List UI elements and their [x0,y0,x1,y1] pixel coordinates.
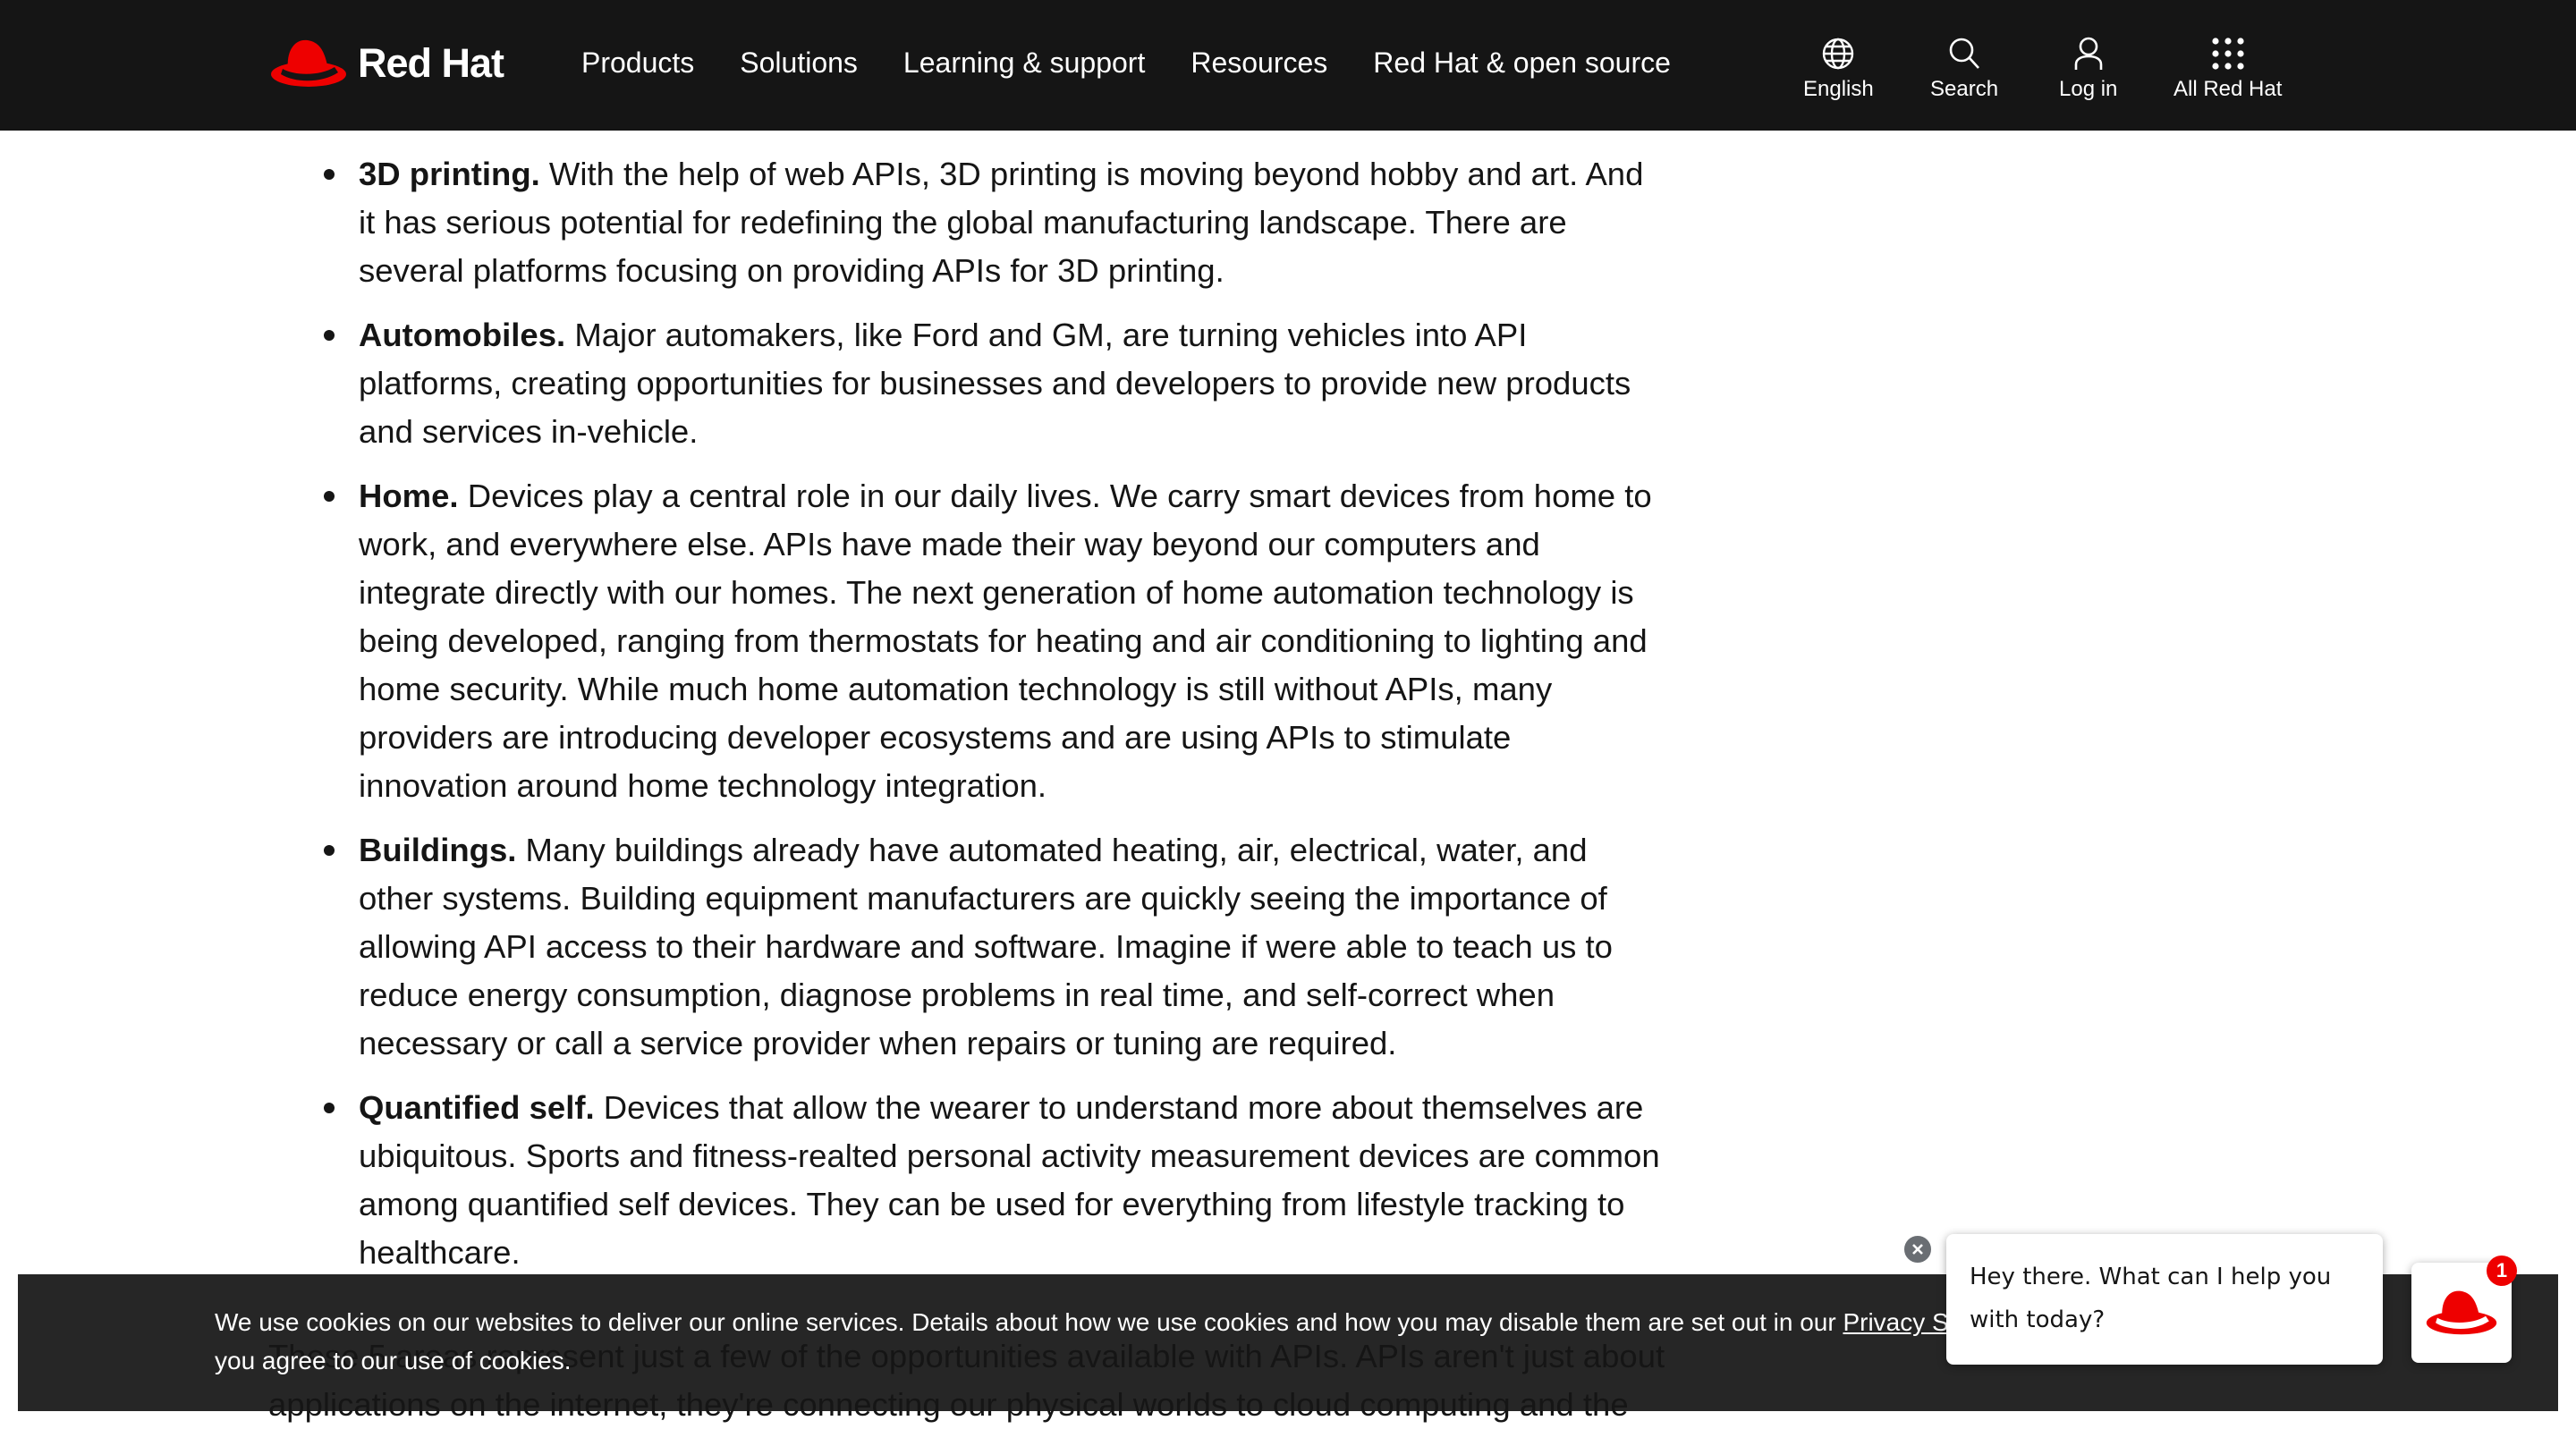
all-red-hat-label: All Red Hat [2174,77,2283,101]
item-title: Buildings. [359,832,517,868]
nav-item-learning-support[interactable]: Learning & support [903,47,1145,80]
red-hat-logo-icon [271,39,346,87]
login-button[interactable]: Log in [2059,34,2117,102]
grid-icon [2212,38,2244,70]
main-nav: Products Solutions Learning & support Re… [581,47,1716,80]
nav-item-products[interactable]: Products [581,47,694,80]
nav-item-resources[interactable]: Resources [1191,47,1327,80]
bullet-marker [324,845,335,856]
chat-greeting-bubble[interactable]: Hey there. What can I help you with toda… [1946,1234,2383,1365]
close-icon [1912,1244,1923,1255]
list-item: Automobiles. Major automakers, like Ford… [318,311,1660,456]
api-areas-list: 3D printing. With the help of web APIs, … [318,150,1660,1277]
globe-icon [1823,38,1854,70]
cookie-message: We use cookies on our websites to delive… [215,1303,2004,1380]
chat-message: Hey there. What can I help you with toda… [1970,1264,2332,1333]
list-item: Quantified self. Devices that allow the … [318,1084,1660,1277]
cookie-text-end: you agree to our use of cookies. [215,1347,572,1374]
login-label: Log in [2059,77,2118,101]
item-title: 3D printing. [359,156,540,192]
chat-close-button[interactable] [1902,1234,1933,1264]
cookie-text-start: We use cookies on our websites to delive… [215,1308,1843,1336]
top-navigation-bar: Red Hat Products Solutions Learning & su… [0,0,2576,131]
item-title: Automobiles. [359,317,566,353]
notification-badge: 1 [2487,1256,2517,1286]
list-item: Home. Devices play a central role in our… [318,472,1660,810]
all-red-hat-button[interactable]: All Red Hat [2174,34,2282,102]
bullet-marker [324,491,335,502]
bullet-marker [324,1103,335,1113]
search-button[interactable]: Search [1930,34,1998,102]
bullet-marker [324,330,335,341]
item-text: Many buildings already have automated he… [359,832,1613,1061]
red-hat-logo-icon [2426,1290,2497,1335]
item-text: Devices play a central role in our daily… [359,478,1652,804]
list-item: Buildings. Many buildings already have a… [318,826,1660,1068]
list-item: 3D printing. With the help of web APIs, … [318,150,1660,295]
item-text: With the help of web APIs, 3D printing i… [359,156,1644,289]
user-icon [2074,37,2102,70]
red-hat-logo[interactable]: Red Hat [268,32,504,95]
search-icon [1949,38,1979,69]
search-label: Search [1930,77,1999,101]
logo-text: Red Hat [358,40,504,86]
item-title: Quantified self. [359,1089,595,1126]
nav-item-red-hat-open-source[interactable]: Red Hat & open source [1373,47,1671,80]
bullet-marker [324,169,335,180]
item-title: Home. [359,478,459,514]
language-selector[interactable]: English [1803,34,1874,102]
nav-item-solutions[interactable]: Solutions [740,47,858,80]
language-label: English [1803,77,1874,101]
article-body: 3D printing. With the help of web APIs, … [318,150,1660,1293]
